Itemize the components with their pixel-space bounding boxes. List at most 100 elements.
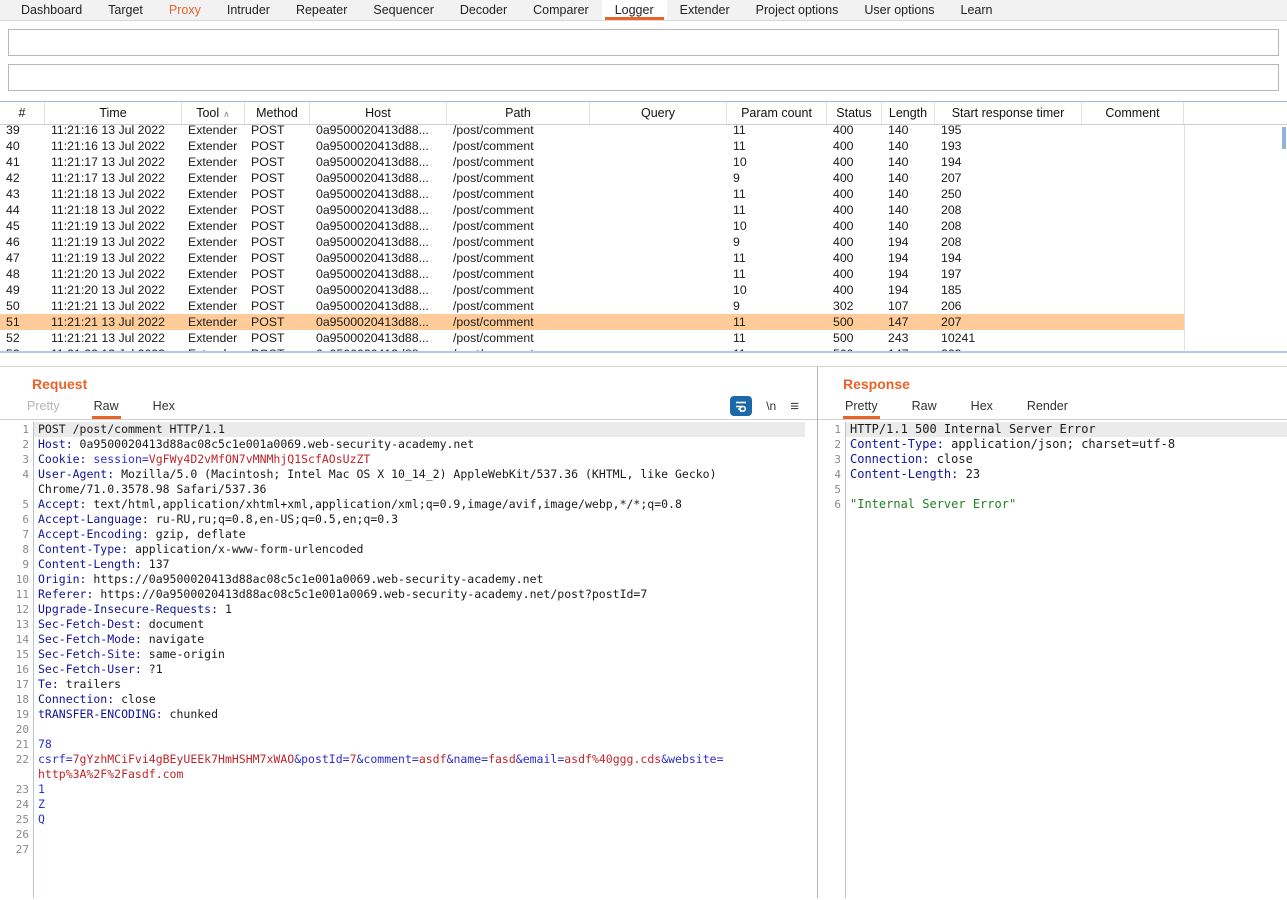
editor-line: 18Connection: close (6, 692, 805, 707)
editor-tab-pretty[interactable]: Pretty (25, 399, 62, 419)
table-row[interactable]: 5011:21:21 13 Jul 2022ExtenderPOST0a9500… (0, 298, 1184, 314)
cell-time: 11:21:21 13 Jul 2022 (45, 298, 182, 314)
table-row[interactable]: 4011:21:16 13 Jul 2022ExtenderPOST0a9500… (0, 138, 1184, 154)
tab-project-options[interactable]: Project options (743, 0, 852, 20)
view-filter-bar[interactable]: View filter: Showing all items (8, 64, 1279, 91)
cell-path: /post/comment (447, 234, 590, 250)
cell-length: 140 (882, 125, 935, 138)
column-header-length[interactable]: Length (882, 102, 935, 124)
cell-time: 11:21:21 13 Jul 2022 (45, 314, 182, 330)
log-table-header: #TimeTool∧MethodHostPathQueryParam count… (0, 102, 1287, 125)
cell-comment (1082, 266, 1184, 282)
cell-comment (1082, 202, 1184, 218)
editor-line: 7Accept-Encoding: gzip, deflate (6, 527, 805, 542)
column-header-host[interactable]: Host (310, 102, 447, 124)
line-number: 20 (6, 722, 34, 737)
table-row[interactable]: 4211:21:17 13 Jul 2022ExtenderPOST0a9500… (0, 170, 1184, 186)
cell-query (590, 298, 727, 314)
table-row[interactable]: 4911:21:20 13 Jul 2022ExtenderPOST0a9500… (0, 282, 1184, 298)
tab-extender[interactable]: Extender (667, 0, 743, 20)
word-wrap-icon[interactable] (730, 396, 752, 416)
cell-query (590, 266, 727, 282)
column-header-start-response-timer[interactable]: Start response timer (935, 102, 1082, 124)
request-editor[interactable]: 1POST /post/comment HTTP/1.12Host: 0a950… (6, 420, 805, 898)
editor-line: 4User-Agent: Mozilla/5.0 (Macintosh; Int… (6, 467, 805, 482)
tab-logger[interactable]: Logger (602, 0, 667, 20)
tab-dashboard[interactable]: Dashboard (8, 0, 95, 20)
sort-ascending-icon: ∧ (223, 109, 230, 119)
cell-tool: Extender (182, 186, 245, 202)
cell-host: 0a9500020413d88... (310, 250, 447, 266)
column-header-query[interactable]: Query (590, 102, 727, 124)
line-text: Accept-Language: ru-RU,ru;q=0.8,en-US;q=… (34, 512, 805, 527)
column-header-comment[interactable]: Comment (1082, 102, 1184, 124)
tab-intruder[interactable]: Intruder (214, 0, 283, 20)
editor-tab-raw[interactable]: Raw (92, 399, 121, 419)
cell-num: 49 (0, 282, 45, 298)
column-header-number[interactable]: # (0, 102, 45, 124)
cell-params: 10 (727, 282, 827, 298)
tab-comparer[interactable]: Comparer (520, 0, 602, 20)
cell-comment (1082, 218, 1184, 234)
tab-repeater[interactable]: Repeater (283, 0, 360, 20)
editor-line: Chrome/71.0.3578.98 Safari/537.36 (6, 482, 805, 497)
cell-num: 45 (0, 218, 45, 234)
editor-tab-hex[interactable]: Hex (151, 399, 177, 419)
column-header-tool[interactable]: Tool∧ (182, 102, 245, 124)
cell-host: 0a9500020413d88... (310, 330, 447, 346)
response-tab-bar: Pretty Raw Hex Render (818, 394, 1287, 420)
table-row[interactable]: 4611:21:19 13 Jul 2022ExtenderPOST0a9500… (0, 234, 1184, 250)
column-header-status[interactable]: Status (827, 102, 882, 124)
line-number: 22 (6, 752, 34, 767)
table-row[interactable]: 4311:21:18 13 Jul 2022ExtenderPOST0a9500… (0, 186, 1184, 202)
response-editor[interactable]: 1HTTP/1.1 500 Internal Server Error2Cont… (818, 420, 1287, 898)
tab-proxy[interactable]: Proxy (156, 0, 214, 20)
table-row[interactable]: 4111:21:17 13 Jul 2022ExtenderPOST0a9500… (0, 154, 1184, 170)
editor-line: 2Content-Type: application/json; charset… (818, 437, 1287, 452)
table-row[interactable]: 5211:21:21 13 Jul 2022ExtenderPOST0a9500… (0, 330, 1184, 346)
cell-path: /post/comment (447, 282, 590, 298)
editor-line: 5Accept: text/html,application/xhtml+xml… (6, 497, 805, 512)
cell-method: POST (245, 125, 310, 138)
editor-tab-render[interactable]: Render (1025, 399, 1070, 419)
table-row[interactable]: 4811:21:20 13 Jul 2022ExtenderPOST0a9500… (0, 266, 1184, 282)
line-number: 1 (818, 422, 846, 437)
column-header-time[interactable]: Time (45, 102, 182, 124)
line-text (34, 842, 805, 857)
cell-timer: 207 (935, 314, 1082, 330)
table-row[interactable]: 5111:21:21 13 Jul 2022ExtenderPOST0a9500… (0, 314, 1184, 330)
tab-target[interactable]: Target (95, 0, 156, 20)
tab-user-options[interactable]: User options (851, 0, 947, 20)
line-number: 24 (6, 797, 34, 812)
table-row[interactable]: 5311:21:22 13 Jul 2022ExtenderPOST0a9500… (0, 346, 1184, 351)
log-table-body: 3911:21:16 13 Jul 2022ExtenderPOST0a9500… (0, 125, 1287, 351)
cell-status: 400 (827, 186, 882, 202)
tab-decoder[interactable]: Decoder (447, 0, 520, 20)
column-header-method[interactable]: Method (245, 102, 310, 124)
tab-sequencer[interactable]: Sequencer (360, 0, 446, 20)
editor-line: 6"Internal Server Error" (818, 497, 1287, 512)
cell-host: 0a9500020413d88... (310, 138, 447, 154)
cell-tool: Extender (182, 298, 245, 314)
editor-menu-icon[interactable]: ≡ (790, 399, 799, 414)
table-row[interactable]: 4711:21:19 13 Jul 2022ExtenderPOST0a9500… (0, 250, 1184, 266)
table-row[interactable]: 4411:21:18 13 Jul 2022ExtenderPOST0a9500… (0, 202, 1184, 218)
line-number: 11 (6, 587, 34, 602)
editor-tab-pretty[interactable]: Pretty (843, 399, 880, 419)
cell-query (590, 314, 727, 330)
table-row[interactable]: 3911:21:16 13 Jul 2022ExtenderPOST0a9500… (0, 125, 1184, 138)
tab-learn[interactable]: Learn (948, 0, 1006, 20)
table-scrollbar[interactable] (1282, 127, 1286, 149)
line-text (846, 482, 1287, 497)
line-number: 15 (6, 647, 34, 662)
cell-comment (1082, 186, 1184, 202)
capture-filter-bar[interactable]: Capture filter: Logger memory limit set … (8, 29, 1279, 56)
table-row[interactable]: 4511:21:19 13 Jul 2022ExtenderPOST0a9500… (0, 218, 1184, 234)
column-header-param-count[interactable]: Param count (727, 102, 827, 124)
editor-tab-raw[interactable]: Raw (910, 399, 939, 419)
editor-tab-hex[interactable]: Hex (969, 399, 995, 419)
newline-chars-icon[interactable]: \n (766, 399, 776, 413)
line-number: 21 (6, 737, 34, 752)
column-header-path[interactable]: Path (447, 102, 590, 124)
cell-length: 147 (882, 314, 935, 330)
